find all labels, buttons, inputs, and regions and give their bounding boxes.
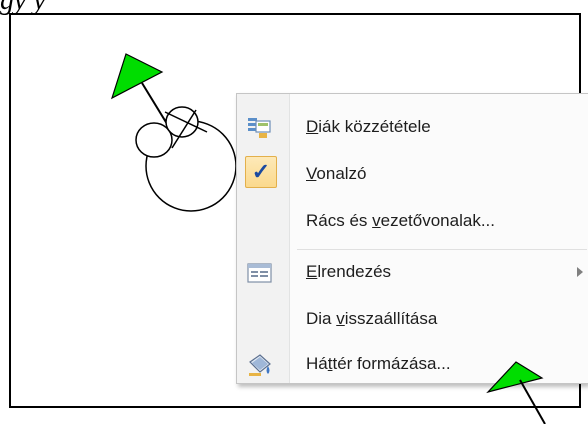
sketch-overlay-front (486, 361, 546, 424)
pointer-stick-right (519, 379, 546, 424)
pointer-arrow-right (486, 361, 544, 394)
